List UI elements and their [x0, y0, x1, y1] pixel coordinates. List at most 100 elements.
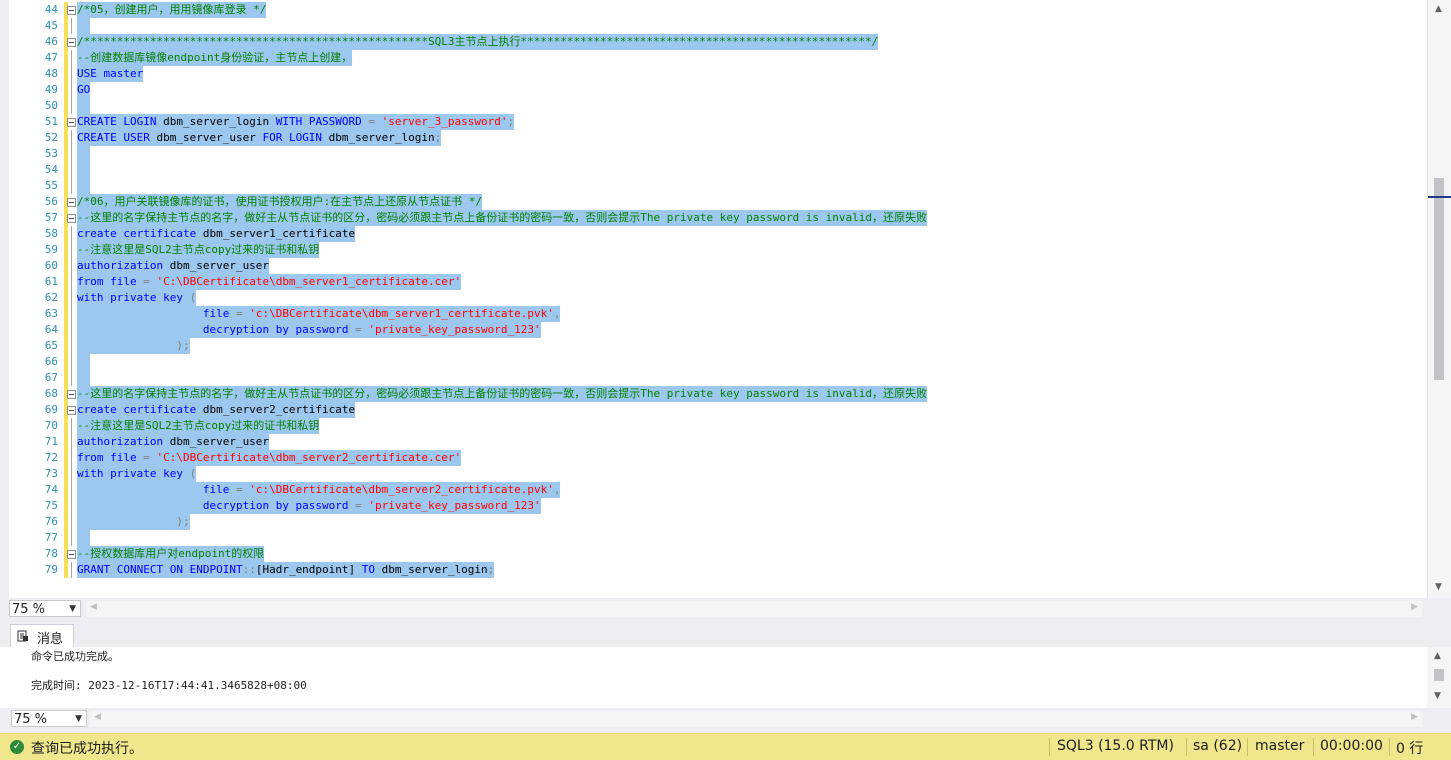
code-line[interactable]: 78 --授权数据库用户对endpoint的权限	[0, 546, 1427, 562]
code-line[interactable]: 53	[0, 146, 1427, 162]
collapse-icon[interactable]	[67, 6, 76, 15]
code-line[interactable]: 55	[0, 178, 1427, 194]
code-text[interactable]	[77, 370, 91, 386]
code-text[interactable]: with private key (	[77, 466, 197, 482]
messages-horizontal-scrollbar[interactable]: ◀ ▶	[90, 711, 1422, 727]
code-line[interactable]: 76 );	[0, 514, 1427, 530]
code-line[interactable]: 48 USE master	[0, 66, 1427, 82]
code-line[interactable]: 45	[0, 18, 1427, 34]
code-text[interactable]: CREATE LOGIN dbm_server_login WITH PASSW…	[77, 114, 515, 130]
code-text[interactable]: );	[77, 338, 190, 354]
tab-messages[interactable]: 消息	[10, 624, 74, 647]
code-text[interactable]: USE master	[77, 66, 144, 82]
code-line[interactable]: 79 GRANT CONNECT ON ENDPOINT::[Hadr_endpo…	[0, 562, 1427, 578]
messages-zoom-select[interactable]: 75 % ▼	[11, 710, 87, 727]
code-text[interactable]	[77, 146, 91, 162]
code-line[interactable]: 73 with private key (	[0, 466, 1427, 482]
scroll-left-arrow-icon[interactable]: ◀	[90, 602, 97, 612]
code-text[interactable]: create certificate dbm_server2_certifica…	[77, 402, 356, 418]
scroll-left-arrow-icon[interactable]: ◀	[94, 712, 101, 722]
scroll-down-arrow-icon[interactable]: ▼	[1435, 582, 1442, 592]
collapse-icon[interactable]	[67, 38, 76, 47]
code-text[interactable]	[77, 530, 91, 546]
code-line[interactable]: 49 GO	[0, 82, 1427, 98]
code-line[interactable]: 47 --创建数据库镜像endpoint身份验证，主节点上创建，	[0, 50, 1427, 66]
code-line[interactable]: 61 from file = 'C:\DBCertificate\dbm_serv…	[0, 274, 1427, 290]
code-line[interactable]: 71 authorization dbm_server_user	[0, 434, 1427, 450]
collapse-icon[interactable]	[67, 390, 76, 399]
code-text[interactable]: from file = 'C:\DBCertificate\dbm_server…	[77, 450, 462, 466]
scroll-down-arrow-icon[interactable]: ▼	[1434, 691, 1441, 701]
code-line[interactable]: 64 decryption by password = 'private_key…	[0, 322, 1427, 338]
code-text[interactable]: decryption by password = 'private_key_pa…	[77, 498, 541, 514]
code-text[interactable]	[77, 98, 91, 114]
messages-pane[interactable]: 命令已成功完成。 完成时间: 2023-12-16T17:44:41.34658…	[0, 647, 1427, 708]
collapse-icon[interactable]	[67, 406, 76, 415]
code-line[interactable]: 63 file = 'c:\DBCertificate\dbm_server1_…	[0, 306, 1427, 322]
code-line[interactable]: 68 --这里的名字保持主节点的名字，做好主从节点证书的区分，密码必须跟主节点上备…	[0, 386, 1427, 402]
scrollbar-thumb[interactable]	[1434, 669, 1444, 681]
code-text[interactable]: authorization dbm_server_user	[77, 258, 270, 274]
scroll-up-arrow-icon[interactable]: ▲	[1435, 4, 1442, 14]
code-text[interactable]: --这里的名字保持主节点的名字，做好主从节点证书的区分，密码必须跟主节点上备份证…	[77, 210, 928, 226]
code-text[interactable]: --注意这里是SQL2主节点copy过来的证书和私钥	[77, 418, 320, 434]
code-text[interactable]: /***************************************…	[77, 34, 879, 50]
code-text[interactable]	[77, 354, 91, 370]
code-text[interactable]: with private key (	[77, 290, 197, 306]
code-line[interactable]: 58 create certificate dbm_server1_certifi…	[0, 226, 1427, 242]
scroll-up-arrow-icon[interactable]: ▲	[1434, 651, 1441, 661]
code-line[interactable]: 75 decryption by password = 'private_key…	[0, 498, 1427, 514]
code-line[interactable]: 62 with private key (	[0, 290, 1427, 306]
code-text[interactable]: GO	[77, 82, 91, 98]
code-line[interactable]: 67	[0, 370, 1427, 386]
scroll-right-arrow-icon[interactable]: ▶	[1411, 712, 1418, 722]
collapse-icon[interactable]	[67, 550, 76, 559]
code-text[interactable]: --这里的名字保持主节点的名字，做好主从节点证书的区分，密码必须跟主节点上备份证…	[77, 386, 928, 402]
code-text[interactable]: create certificate dbm_server1_certifica…	[77, 226, 356, 242]
code-line[interactable]: 59 --注意这里是SQL2主节点copy过来的证书和私钥	[0, 242, 1427, 258]
code-text[interactable]: file = 'c:\DBCertificate\dbm_server1_cer…	[77, 306, 561, 322]
editor-vertical-scrollbar[interactable]: ▲ ▼	[1427, 0, 1451, 598]
code-text[interactable]: --创建数据库镜像endpoint身份验证，主节点上创建，	[77, 50, 353, 66]
code-text[interactable]: );	[77, 514, 190, 530]
code-line[interactable]: 69 create certificate dbm_server2_certifi…	[0, 402, 1427, 418]
messages-vertical-scrollbar[interactable]: ▲ ▼	[1427, 647, 1451, 708]
code-line[interactable]: 74 file = 'c:\DBCertificate\dbm_server2_…	[0, 482, 1427, 498]
code-line[interactable]: 52 CREATE USER dbm_server_user FOR LOGIN …	[0, 130, 1427, 146]
code-text[interactable]	[77, 18, 91, 34]
code-line[interactable]: 72 from file = 'C:\DBCertificate\dbm_serv…	[0, 450, 1427, 466]
code-line[interactable]: 44 /*05，创建用户，用用镜像库登录 */	[0, 2, 1427, 18]
code-line[interactable]: 70 --注意这里是SQL2主节点copy过来的证书和私钥	[0, 418, 1427, 434]
code-text[interactable]: authorization dbm_server_user	[77, 434, 270, 450]
code-line[interactable]: 60 authorization dbm_server_user	[0, 258, 1427, 274]
scrollbar-thumb[interactable]	[1434, 178, 1444, 380]
code-text[interactable]: CREATE USER dbm_server_user FOR LOGIN db…	[77, 130, 442, 146]
collapse-icon[interactable]	[67, 118, 76, 127]
code-line[interactable]: 54	[0, 162, 1427, 178]
code-line[interactable]: 65 );	[0, 338, 1427, 354]
code-line[interactable]: 51 CREATE LOGIN dbm_server_login WITH PAS…	[0, 114, 1427, 130]
code-text[interactable]: --注意这里是SQL2主节点copy过来的证书和私钥	[77, 242, 320, 258]
code-line[interactable]: 57 --这里的名字保持主节点的名字，做好主从节点证书的区分，密码必须跟主节点上备…	[0, 210, 1427, 226]
code-text[interactable]: GRANT CONNECT ON ENDPOINT::[Hadr_endpoin…	[77, 562, 495, 578]
code-text[interactable]: file = 'c:\DBCertificate\dbm_server2_cer…	[77, 482, 561, 498]
code-line[interactable]: 77	[0, 530, 1427, 546]
code-text[interactable]: decryption by password = 'private_key_pa…	[77, 322, 541, 338]
code-line[interactable]: 56 /*06，用户关联镜像库的证书，使用证书授权用户:在主节点上还原从节点证书 …	[0, 194, 1427, 210]
collapse-icon[interactable]	[67, 214, 76, 223]
code-text[interactable]	[77, 162, 91, 178]
collapse-icon[interactable]	[67, 198, 76, 207]
query-editor[interactable]: 44 /*05，创建用户，用用镜像库登录 */ 45 46 /************…	[0, 0, 1427, 598]
code-line[interactable]: 66	[0, 354, 1427, 370]
code-text[interactable]: from file = 'C:\DBCertificate\dbm_server…	[77, 274, 462, 290]
code-line[interactable]: 46 /*************************************…	[0, 34, 1427, 50]
code-line[interactable]: 50	[0, 98, 1427, 114]
code-text[interactable]: --授权数据库用户对endpoint的权限	[77, 546, 265, 562]
editor-horizontal-scrollbar[interactable]: ◀ ▶	[86, 601, 1422, 617]
code-text[interactable]: /*05，创建用户，用用镜像库登录 */	[77, 2, 267, 18]
code-text[interactable]	[77, 178, 91, 194]
scroll-right-arrow-icon[interactable]: ▶	[1411, 602, 1418, 612]
editor-zoom-select[interactable]: 75 % ▼	[9, 600, 81, 617]
code-text[interactable]: /*06，用户关联镜像库的证书，使用证书授权用户:在主节点上还原从节点证书 */	[77, 194, 482, 210]
